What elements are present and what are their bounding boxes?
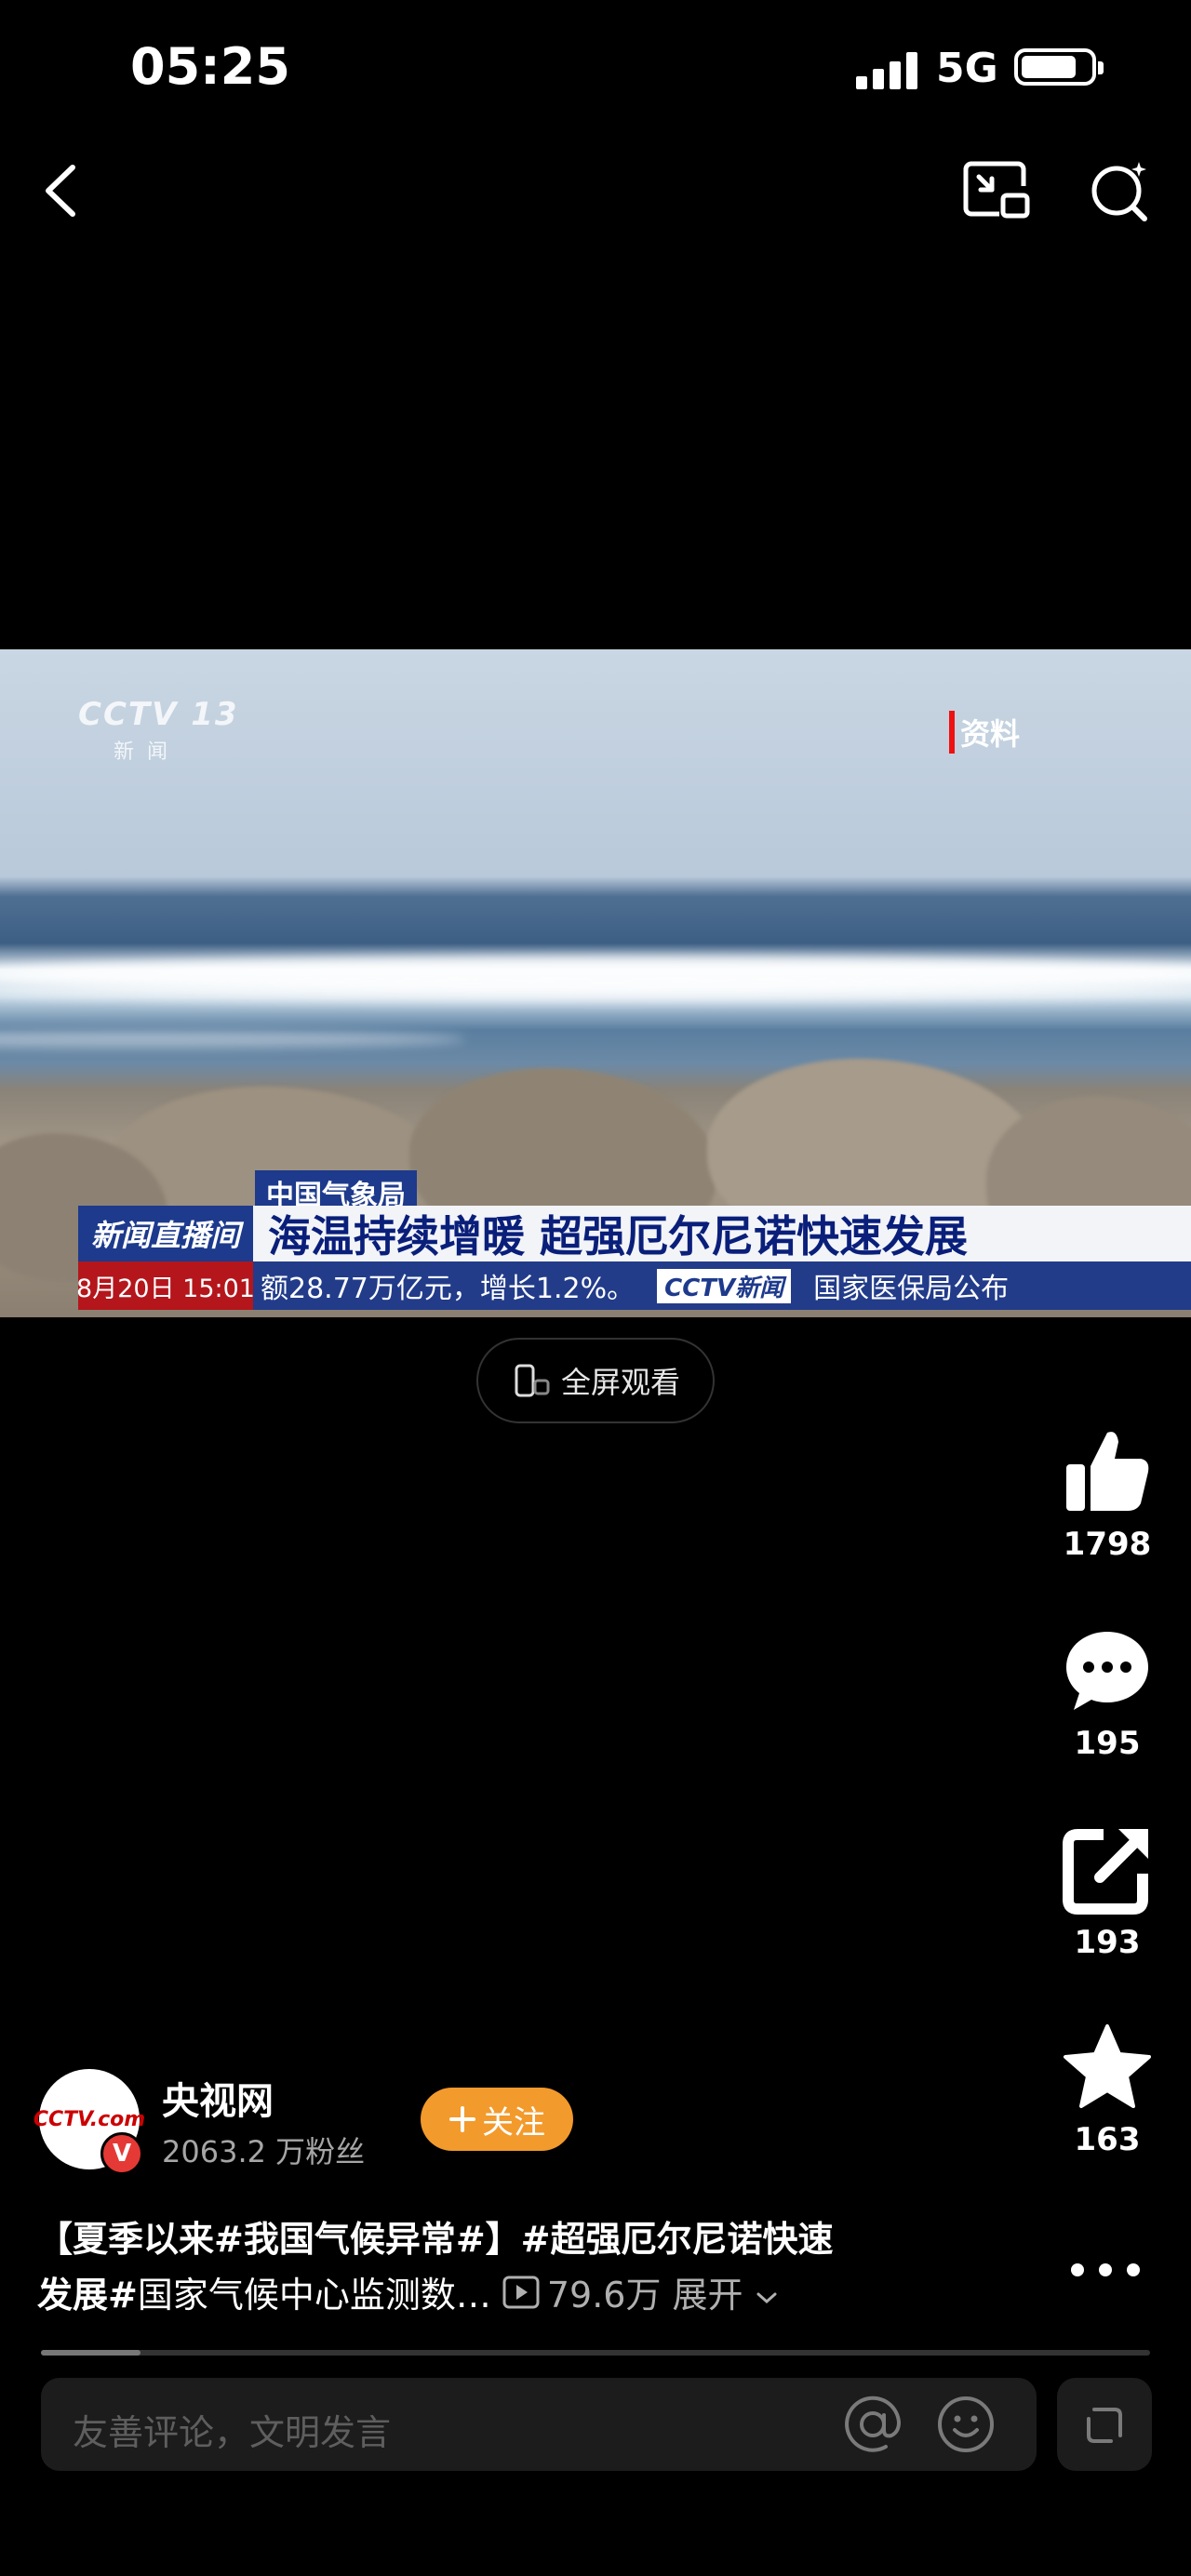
follow-label: 关注 — [482, 2103, 545, 2142]
star-icon — [1064, 2024, 1151, 2108]
thumbs-up-icon — [1066, 1432, 1149, 1511]
share-count: 193 — [1074, 1924, 1141, 1961]
ticker-logo: CCTV新闻 — [657, 1268, 792, 1303]
chevron-down-icon — [756, 2292, 777, 2304]
like-button[interactable]: 1798 — [1042, 1427, 1172, 1563]
status-time: 05:25 — [130, 37, 290, 96]
search-sparkle-icon[interactable] — [1087, 158, 1152, 223]
favorite-button[interactable]: 163 — [1042, 2022, 1172, 2158]
share-button[interactable]: 193 — [1042, 1825, 1172, 1961]
author-name[interactable]: 央视网 — [162, 2071, 274, 2125]
program-label: 新闻直播间 — [78, 1206, 253, 1261]
expand-label: 展开 — [672, 2275, 743, 2316]
mention-at-icon[interactable] — [841, 2393, 904, 2456]
network-type: 5G — [936, 45, 998, 92]
rotate-phone-icon — [515, 1364, 550, 1397]
cctv-watermark-sub: 新闻 — [114, 741, 181, 764]
more-options-icon[interactable] — [1066, 2251, 1144, 2289]
news-ticker: 额28.77万亿元，增长1.2%。 CCTV新闻 国家医保局公布 — [253, 1261, 1191, 1310]
like-count: 1798 — [1063, 1526, 1152, 1563]
plus-icon — [449, 2106, 475, 2132]
video-progress-bar[interactable] — [41, 2350, 1150, 2356]
expand-link[interactable]: 展开 — [672, 2266, 778, 2317]
expand-comment-icon[interactable] — [1057, 2378, 1152, 2471]
archive-tag: 资料 — [949, 711, 1020, 754]
caption-line-1[interactable]: 【夏季以来#我国气候异常#】#超强厄尔尼诺快速 — [37, 2210, 834, 2262]
comment-button[interactable]: 195 — [1042, 1626, 1172, 1762]
fullscreen-button[interactable]: 全屏观看 — [476, 1338, 715, 1423]
comment-placeholder: 友善评论，文明发言 — [73, 2412, 392, 2453]
author-fans: 2063.2 万粉丝 — [162, 2134, 366, 2169]
back-icon[interactable] — [33, 158, 89, 223]
play-count-icon — [502, 2276, 540, 2308]
share-icon — [1063, 1829, 1148, 1915]
follow-button[interactable]: 关注 — [421, 2088, 573, 2151]
cctv-watermark-logo: CCTV 13 — [78, 696, 239, 733]
caption-line-2[interactable]: 发展#国家气候中心监测数… 79.6万 展开 — [37, 2266, 779, 2317]
caption-text: 国家气候中心监测数… — [137, 2275, 491, 2316]
fullscreen-label: 全屏观看 — [560, 1365, 680, 1400]
broadcast-time: 8月20日 15:01 — [76, 1261, 255, 1310]
comment-bubble-icon — [1066, 1632, 1148, 1710]
comment-count: 195 — [1074, 1725, 1141, 1762]
video-player[interactable]: CCTV 13 新闻 资料 中国气象局 新闻直播间 海温持续增暖 超强厄尔尼诺快… — [0, 649, 1191, 1317]
caption-hashtag[interactable]: 发展# — [37, 2275, 138, 2316]
view-count: 79.6万 — [502, 2266, 662, 2317]
view-count-value: 79.6万 — [546, 2275, 662, 2316]
ticker-text-2: 国家医保局公布 — [813, 1273, 1010, 1305]
ticker-text: 额28.77万亿元，增长1.2%。 — [261, 1273, 636, 1305]
picture-in-picture-icon[interactable] — [962, 158, 1033, 223]
verified-badge: V — [100, 2132, 143, 2175]
emoji-icon[interactable] — [934, 2393, 997, 2456]
favorite-count: 163 — [1074, 2121, 1141, 2158]
video-headline: 海温持续增暖 超强厄尔尼诺快速发展 — [253, 1206, 1191, 1261]
signal-strength-icon — [856, 47, 921, 89]
battery-icon — [1014, 48, 1104, 86]
